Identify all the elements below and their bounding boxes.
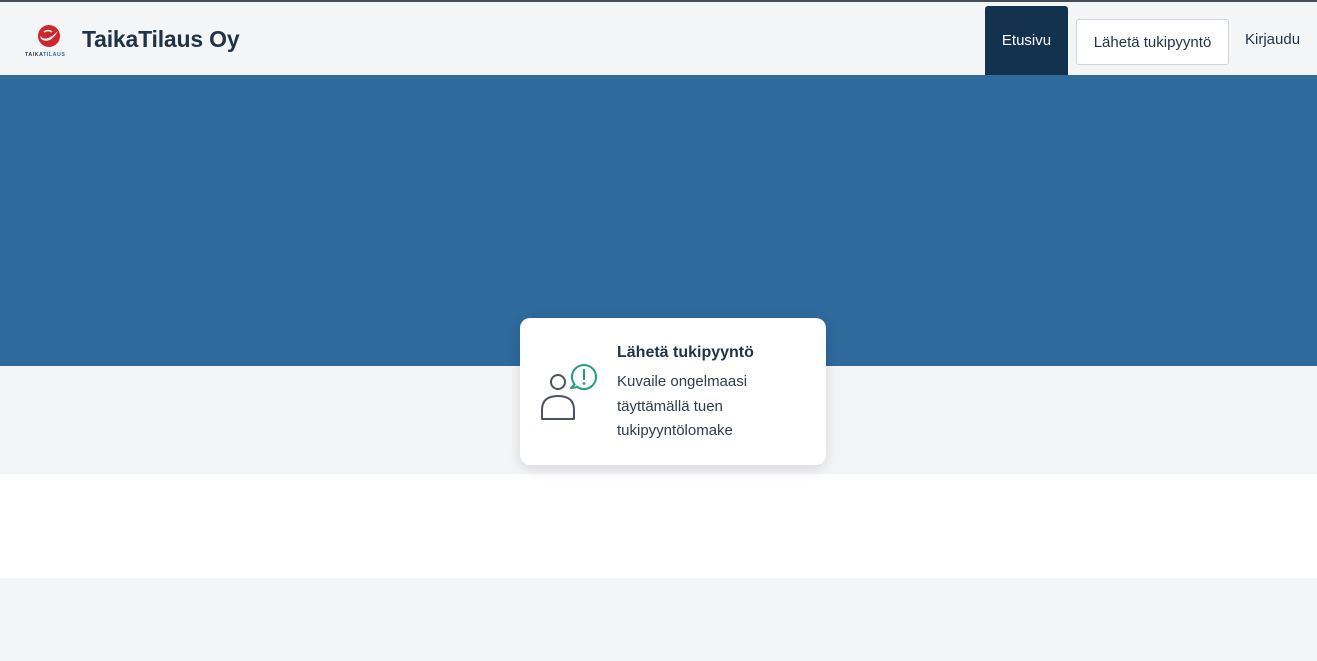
- white-section: [0, 474, 1317, 578]
- card-title: Lähetä tukipyyntö: [617, 344, 754, 361]
- nav-support-button[interactable]: Lähetä tukipyyntö: [1076, 19, 1229, 65]
- logo-icon: TAIKATILAUS: [25, 25, 65, 58]
- logo-wordmark: TAIKATILAUS: [25, 52, 65, 58]
- card-description: Kuvaile ongelmaasi täyttämällä tuen tuki…: [617, 373, 748, 439]
- nav-login-link[interactable]: Kirjaudu: [1245, 31, 1300, 48]
- site-header: TAIKATILAUS TaikaTilaus Oy Etusivu Lähet…: [0, 2, 1317, 75]
- company-logo[interactable]: TAIKATILAUS: [24, 23, 74, 59]
- support-request-card[interactable]: Lähetä tukipyyntö Kuvaile ongelmaasi täy…: [520, 318, 826, 465]
- brand-name[interactable]: TaikaTilaus Oy: [82, 26, 240, 53]
- user-alert-icon: [540, 362, 600, 422]
- nav-home-link[interactable]: Etusivu: [985, 6, 1068, 75]
- footer-area: [0, 578, 1317, 661]
